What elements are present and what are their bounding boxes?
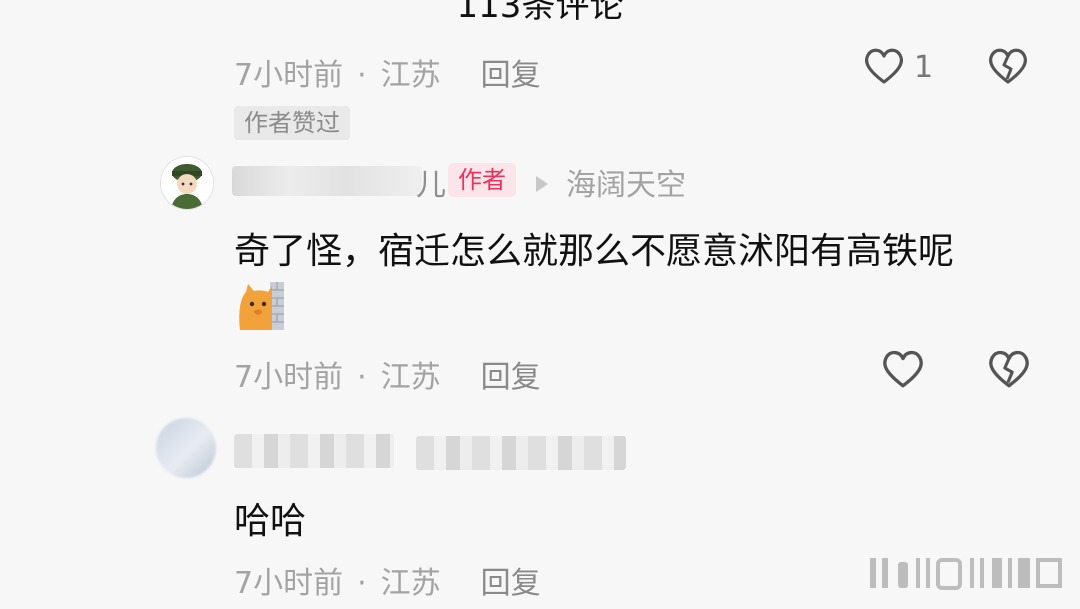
username-blurred xyxy=(234,434,394,468)
play-arrow-icon xyxy=(536,175,548,192)
like-button[interactable] xyxy=(880,348,926,394)
comment-location: 江苏 xyxy=(380,566,441,601)
avatar[interactable] xyxy=(160,156,214,210)
watermark xyxy=(862,552,1072,596)
avatar[interactable] xyxy=(156,418,216,478)
author-tag: 作者 xyxy=(448,163,516,197)
comment-location: 江苏 xyxy=(380,58,441,93)
author-liked-badge: 作者赞过 xyxy=(234,106,350,140)
comment-time: 7小时前 xyxy=(234,360,344,395)
comment-meta: 7小时前 · 江苏 回复 xyxy=(234,58,541,93)
comment-location: 江苏 xyxy=(380,360,441,395)
like-count: 1 xyxy=(914,50,934,85)
username-blurred xyxy=(416,436,626,470)
reply-button[interactable]: 回复 xyxy=(481,566,541,601)
heart-icon xyxy=(864,48,904,84)
dislike-button[interactable] xyxy=(986,348,1032,394)
username-tail: 儿 xyxy=(416,168,446,203)
reply-button[interactable]: 回复 xyxy=(481,58,541,93)
soldier-avatar-icon xyxy=(161,157,213,209)
comment-meta: 7小时前 · 江苏 回复 xyxy=(234,360,541,395)
comments-count-title: 113条评论 xyxy=(456,0,624,26)
like-button[interactable] xyxy=(862,46,906,90)
comment-meta: 7小时前 · 江苏 回复 xyxy=(234,566,541,601)
reply-button[interactable]: 回复 xyxy=(481,360,541,395)
cat-behind-wall-emoji xyxy=(236,280,286,332)
reply-to-user[interactable]: 海阔天空 xyxy=(536,160,686,204)
heart-icon xyxy=(883,350,923,388)
broken-heart-icon xyxy=(988,48,1028,84)
broken-heart-icon xyxy=(989,350,1029,388)
comment-text: 哈哈 xyxy=(234,501,307,542)
dislike-button[interactable] xyxy=(986,46,1030,90)
username-blurred xyxy=(232,166,422,196)
comment-time: 7小时前 xyxy=(234,58,344,93)
comment-text: 奇了怪，宿迁怎么就那么不愿意沭阳有高铁呢 xyxy=(234,231,955,272)
comment-time: 7小时前 xyxy=(234,566,344,601)
